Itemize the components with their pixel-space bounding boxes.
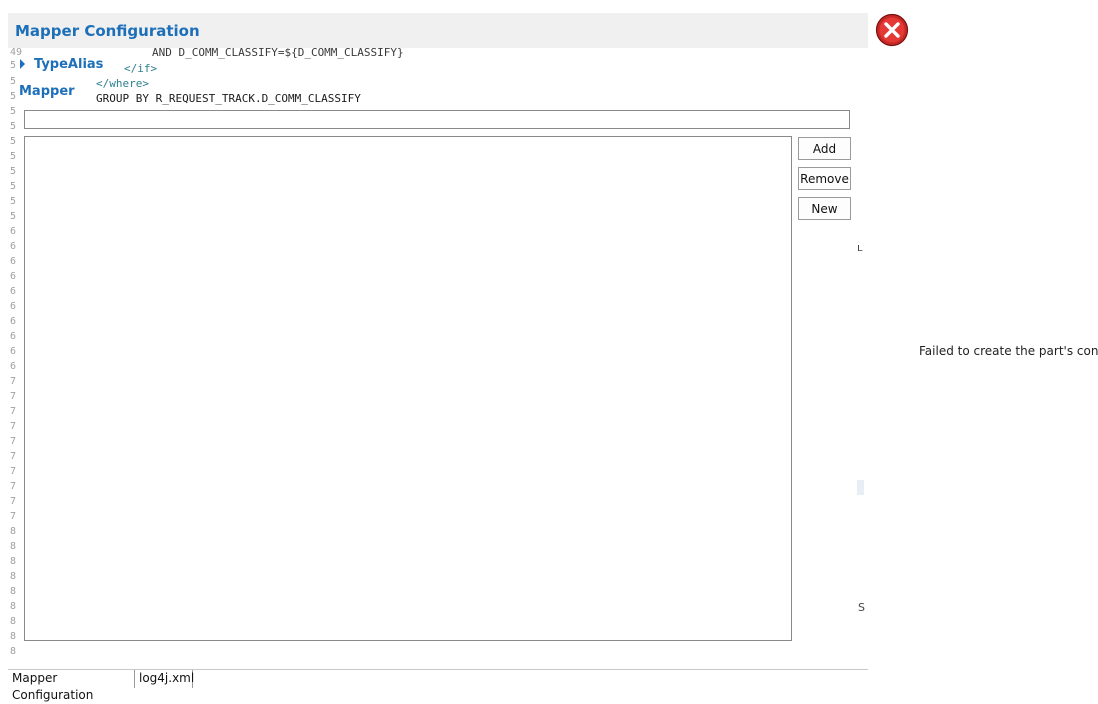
line-number: 7: [10, 421, 17, 432]
line-number: 5: [10, 106, 17, 117]
line-number: 7: [10, 511, 17, 522]
line-number: 6: [10, 346, 17, 357]
line-number: 8: [10, 541, 17, 552]
line-number: 5: [10, 166, 17, 177]
line-number: 5: [10, 151, 17, 162]
line-number: 7: [10, 451, 17, 462]
error-message: Failed to create the part's controls: [919, 344, 1098, 358]
code-line-if-close: </if>: [124, 62, 158, 75]
line-number: 6: [10, 241, 17, 252]
line-number: 5: [10, 91, 17, 102]
code-line-and-clause: AND D_COMM_CLASSIFY=${D_COMM_CLASSIFY}: [152, 46, 404, 59]
line-number: 5: [10, 76, 17, 87]
new-button[interactable]: New: [798, 197, 851, 220]
tab-log4j-xml[interactable]: log4j.xml: [134, 670, 194, 688]
section-typealias[interactable]: TypeAlias: [34, 57, 103, 72]
line-number: 7: [10, 406, 17, 417]
line-number: 5: [10, 211, 17, 222]
line-number: 7: [10, 481, 17, 492]
line-number: 6: [10, 331, 17, 342]
clipped-text-fragment: S: [858, 601, 865, 614]
line-number: 7: [10, 496, 17, 507]
line-number: 5: [10, 136, 17, 147]
title-bar: Mapper Configuration: [8, 13, 868, 48]
line-number: 8: [10, 571, 17, 582]
line-number: 8: [10, 601, 17, 612]
code-line-where-close: </where>: [96, 77, 149, 90]
code-line-group-by: GROUP BY R_REQUEST_TRACK.D_COMM_CLASSIFY: [96, 92, 361, 105]
line-number: 6: [10, 316, 17, 327]
line-number: 7: [10, 466, 17, 477]
line-number: 5: [10, 196, 17, 207]
mapper-input[interactable]: [24, 110, 850, 129]
line-number: 8: [10, 646, 17, 657]
line-number: 8: [10, 526, 17, 537]
line-number: 7: [10, 436, 17, 447]
section-mapper: Mapper: [19, 84, 75, 99]
mapper-list[interactable]: [24, 136, 792, 641]
tab-mapper-configuration[interactable]: Mapper Configuration: [8, 670, 133, 702]
line-number: 7: [10, 391, 17, 402]
window-title: Mapper Configuration: [15, 22, 200, 40]
line-number: 8: [10, 556, 17, 567]
expand-triangle-icon[interactable]: [20, 59, 25, 69]
line-number: 6: [10, 256, 17, 267]
line-number: 8: [10, 616, 17, 627]
add-button[interactable]: Add: [798, 137, 851, 160]
close-error-icon[interactable]: [875, 13, 909, 47]
line-number: 6: [10, 226, 17, 237]
line-number: 8: [10, 586, 17, 597]
line-number: 6: [10, 301, 17, 312]
line-number: 6: [10, 286, 17, 297]
line-number: 6: [10, 271, 17, 282]
line-number: 5: [10, 121, 17, 132]
line-number: 5: [10, 60, 17, 71]
line-number: 7: [10, 376, 17, 387]
line-number: 49: [10, 47, 23, 58]
line-number: 5: [10, 181, 17, 192]
clipped-highlight-fragment: [857, 480, 864, 495]
line-number: 6: [10, 361, 17, 372]
clipped-text-fragment: ʟ: [857, 241, 863, 254]
line-number: 8: [10, 631, 17, 642]
remove-button[interactable]: Remove: [798, 167, 851, 190]
